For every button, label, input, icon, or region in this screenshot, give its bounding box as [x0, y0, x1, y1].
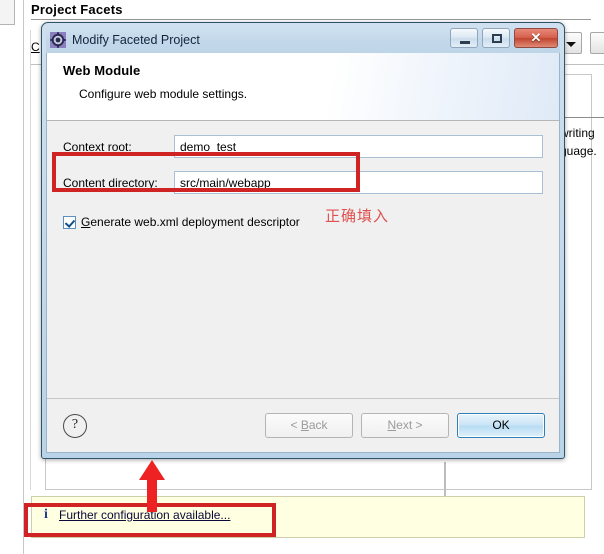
window-controls: ✕	[450, 28, 558, 48]
background-vertical-splitter	[444, 462, 446, 498]
content-directory-label-pre: Content	[63, 175, 109, 190]
page-title-rule	[31, 19, 591, 20]
content-directory-label: Content directory:	[63, 176, 174, 190]
background-text-fragment-1: writing	[560, 126, 595, 140]
dialog-header: Web Module Configure web module settings…	[47, 53, 559, 121]
background-vertical-rule-inner	[30, 30, 31, 490]
status-info-bar: i Further configuration available...	[31, 496, 585, 538]
ok-button[interactable]: OK	[457, 413, 545, 438]
faceted-project-gear-icon	[50, 31, 66, 48]
context-root-input[interactable]	[174, 135, 543, 158]
context-root-label-pre: Context	[63, 139, 108, 154]
minimize-button[interactable]	[450, 28, 478, 48]
dialog-title: Modify Faceted Project	[72, 32, 200, 47]
background-field-label: C	[31, 40, 40, 54]
ok-button-label: OK	[492, 418, 510, 432]
modify-faceted-project-dialog: Modify Faceted Project ✕ Web Module Conf…	[41, 22, 565, 459]
back-button[interactable]: < Back	[265, 413, 353, 438]
content-directory-row: Content directory:	[63, 170, 543, 195]
annotation-chinese-note: 正确填入	[325, 207, 390, 225]
generate-webxml-label-accel: G	[81, 215, 91, 229]
dialog-header-description: Configure web module settings.	[79, 87, 248, 101]
background-left-edge-box	[0, 0, 15, 25]
context-root-label-post: oot:	[111, 139, 132, 154]
dialog-header-title: Web Module	[63, 63, 141, 78]
next-button-accel: N	[387, 418, 397, 432]
back-button-pre: <	[290, 418, 301, 432]
close-button[interactable]: ✕	[514, 28, 558, 48]
back-button-accel: B	[300, 418, 309, 432]
back-button-post: ack	[308, 418, 328, 432]
maximize-button[interactable]	[482, 28, 510, 48]
status-info-bar-content: i Further configuration available...	[42, 507, 230, 523]
content-directory-input[interactable]	[174, 171, 543, 194]
close-icon: ✕	[530, 30, 542, 45]
context-root-label: Context root:	[63, 140, 174, 154]
generate-webxml-row: Generate web.xml deployment descriptor	[63, 213, 543, 231]
minimize-icon	[460, 41, 470, 44]
next-button[interactable]: Next >	[361, 413, 449, 438]
background-toolbar-button[interactable]	[590, 32, 604, 54]
info-icon: i	[44, 507, 48, 522]
context-root-row: Context root:	[63, 134, 543, 159]
generate-webxml-label[interactable]: Generate web.xml deployment descriptor	[81, 215, 300, 229]
dialog-body: Web Module Configure web module settings…	[46, 53, 560, 453]
generate-webxml-checkbox[interactable]	[63, 215, 76, 229]
content-directory-label-post: irectory:	[115, 175, 158, 190]
further-configuration-link[interactable]: Further configuration available...	[59, 508, 230, 522]
next-button-post: ext >	[396, 418, 423, 432]
generate-webxml-label-post: enerate web.xml deployment descriptor	[90, 215, 300, 229]
maximize-icon	[492, 34, 502, 43]
page-title: Project Facets	[31, 2, 123, 17]
help-button[interactable]: ?	[63, 413, 87, 438]
dialog-footer: ? < Back Next > OK	[47, 398, 559, 452]
dialog-content: Context root: Content directory: Generat…	[47, 121, 559, 398]
background-text-fragment-2: guage.	[560, 144, 597, 158]
background-vertical-rule-outer	[23, 0, 24, 554]
dialog-titlebar[interactable]: Modify Faceted Project ✕	[46, 26, 560, 53]
